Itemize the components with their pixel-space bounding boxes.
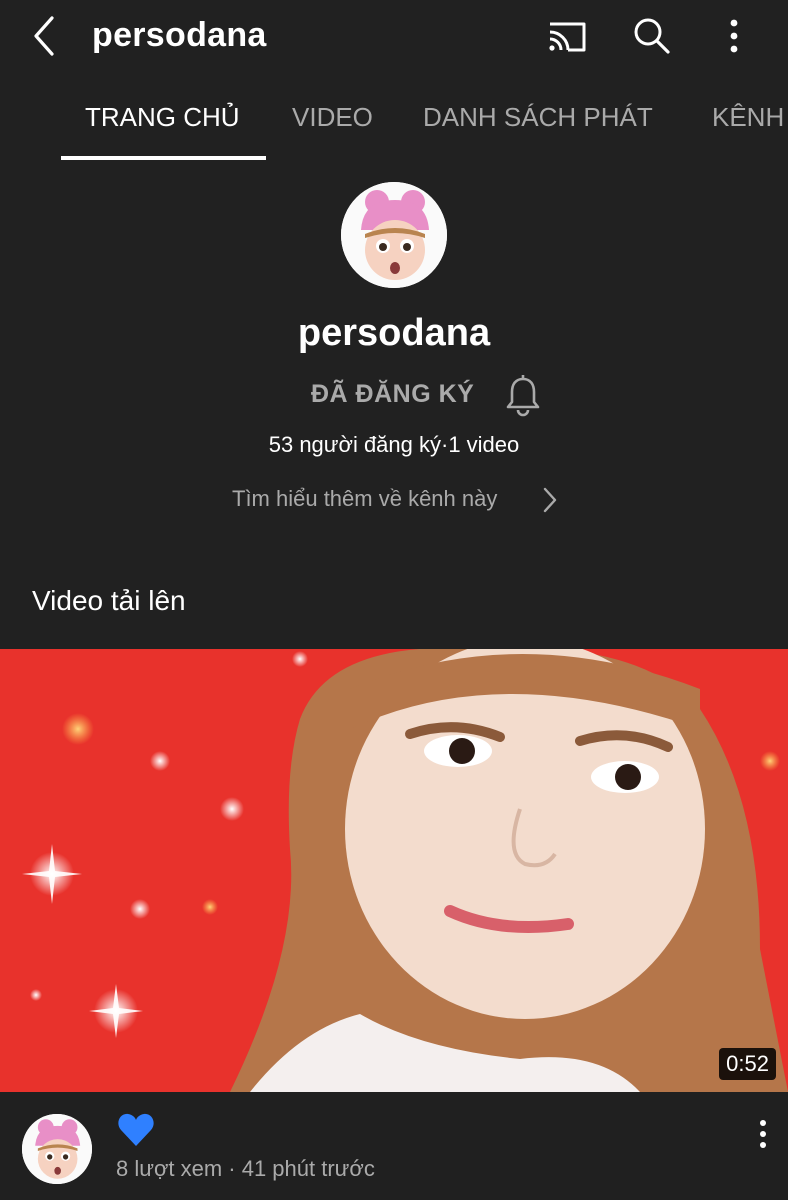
video-info-row: 8 lượt xem · 41 phút trước [0, 1092, 788, 1200]
more-vert-icon[interactable] [712, 14, 756, 58]
learn-more-label: Tìm hiểu thêm về kênh này [232, 486, 498, 511]
notification-bell-icon[interactable] [503, 374, 543, 418]
video-title-heart-icon[interactable] [116, 1110, 156, 1150]
channel-stats: 53 người đăng ký·1 video [268, 432, 520, 457]
video-thumbnail[interactable]: 0:52 [0, 649, 788, 1092]
search-icon[interactable] [630, 14, 674, 58]
cast-icon[interactable] [544, 14, 588, 58]
channel-tabs: TRANG CHỦ VIDEO DANH SÁCH PHÁT KÊNH [0, 88, 788, 160]
video-duration-badge: 0:52 [719, 1048, 776, 1080]
tab-home[interactable]: TRANG CHỦ [85, 102, 240, 133]
tab-playlists[interactable]: DANH SÁCH PHÁT [423, 102, 653, 133]
channel-header: persodana ĐÃ ĐĂNG KÝ 53 người đăng ký·1 … [0, 160, 788, 560]
back-chevron-icon[interactable] [28, 14, 62, 58]
tab-channels[interactable]: KÊNH [712, 102, 784, 133]
top-app-bar: persodana [0, 0, 788, 80]
video-more-vert-icon[interactable] [748, 1116, 778, 1152]
channel-name: persodana [297, 312, 491, 354]
channel-title: persodana [92, 16, 267, 54]
subscribed-button[interactable]: ĐÃ ĐĂNG KÝ [311, 380, 474, 409]
subscribe-row: ĐÃ ĐĂNG KÝ [0, 370, 788, 420]
chevron-right-icon [540, 484, 560, 516]
learn-more-link[interactable]: Tìm hiểu thêm về kênh này [0, 482, 788, 518]
video-meta: 8 lượt xem · 41 phút trước [116, 1156, 375, 1181]
video-channel-avatar[interactable] [22, 1114, 92, 1184]
uploads-section-title: Video tải lên [32, 585, 186, 616]
channel-avatar [341, 182, 447, 288]
tab-videos[interactable]: VIDEO [292, 102, 373, 133]
